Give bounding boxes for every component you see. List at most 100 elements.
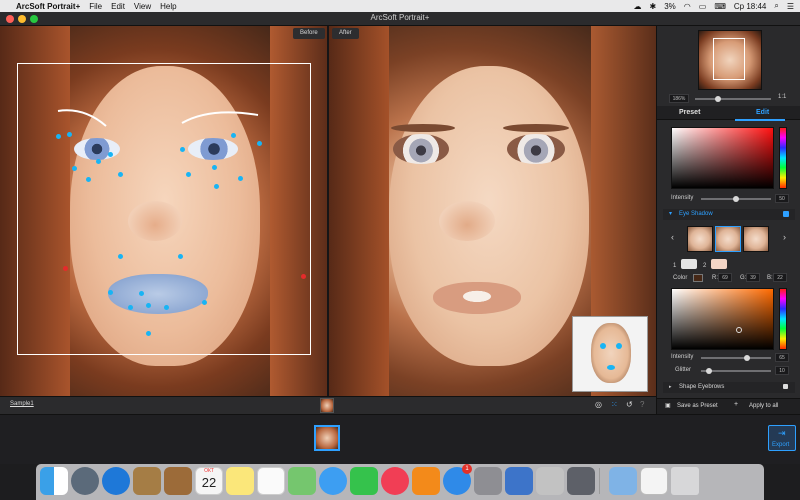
notes-icon[interactable]	[226, 467, 254, 495]
menu-help[interactable]: Help	[160, 2, 176, 11]
save-as-preset-button[interactable]: Save as Preset	[677, 403, 718, 409]
apply-to-all-button[interactable]: Apply to all	[749, 403, 778, 409]
face-reference-thumbnail[interactable]	[572, 316, 648, 392]
safari-icon[interactable]	[102, 467, 130, 495]
landmark-point[interactable]	[108, 152, 113, 157]
r-value[interactable]: 69	[718, 273, 732, 282]
eye-shadow-toggle[interactable]	[783, 211, 789, 217]
face-detect-icon[interactable]: ◎	[595, 400, 602, 409]
shadow-intensity-slider-knob[interactable]	[744, 355, 750, 361]
calendar-icon[interactable]: ОКТ 22	[195, 467, 223, 495]
landmark-point[interactable]	[67, 132, 72, 137]
zoom-slider[interactable]	[695, 96, 771, 102]
landmark-point[interactable]	[72, 166, 77, 171]
tab-preset[interactable]: Preset	[679, 109, 700, 116]
glitter-slider[interactable]	[701, 368, 771, 374]
landmark-point[interactable]	[128, 305, 133, 310]
contacts-icon[interactable]	[164, 467, 192, 495]
preview-icon[interactable]	[133, 467, 161, 495]
shape-eyebrows-toggle[interactable]	[783, 384, 788, 389]
tab-edit[interactable]: Edit	[756, 109, 769, 116]
cloud-icon[interactable]: ☁	[634, 2, 642, 11]
menubar-clock[interactable]: Ср 18:44	[734, 2, 766, 11]
landmark-point[interactable]	[118, 172, 123, 177]
app-store-icon[interactable]: 1	[443, 464, 472, 495]
landmark-point[interactable]	[214, 184, 219, 189]
landmark-point[interactable]	[108, 290, 113, 295]
sample-name[interactable]: Sample1	[10, 401, 34, 407]
eye-style-thumb-2[interactable]	[715, 226, 741, 252]
current-photo-thumb[interactable]	[320, 398, 334, 413]
color-picker-area[interactable]	[671, 127, 774, 189]
landmark-point[interactable]	[238, 176, 243, 181]
before-label[interactable]: Before	[293, 28, 325, 39]
landmark-point[interactable]	[186, 172, 191, 177]
zoom-value[interactable]: 186%	[669, 94, 689, 103]
ibooks-icon[interactable]	[412, 467, 440, 495]
landmark-point[interactable]	[118, 254, 123, 259]
spotlight-icon[interactable]: ⌕	[774, 1, 778, 11]
wifi-icon[interactable]: ◠	[684, 2, 691, 11]
eyebrow-guides[interactable]	[50, 101, 280, 141]
filmstrip-photo[interactable]	[314, 425, 340, 451]
launchpad-icon[interactable]	[71, 467, 99, 495]
eye-style-thumb-1[interactable]	[687, 226, 713, 252]
glitter-value[interactable]: 10	[775, 366, 789, 375]
landmark-point[interactable]	[257, 141, 262, 146]
current-color-swatch[interactable]	[693, 274, 703, 282]
photos-icon[interactable]	[288, 467, 316, 495]
eye-style-thumb-3[interactable]	[743, 226, 769, 252]
shadow-color-picker-area[interactable]	[671, 288, 774, 350]
itunes-icon[interactable]	[381, 467, 409, 495]
disk-utility-icon[interactable]	[536, 467, 564, 495]
after-photo[interactable]: After	[329, 26, 656, 396]
export-button[interactable]: ⇥ Export	[768, 425, 796, 451]
after-label[interactable]: After	[332, 28, 359, 39]
downloads-stack-icon[interactable]	[640, 467, 668, 495]
landmark-point[interactable]	[146, 331, 151, 336]
previous-style-button[interactable]: ‹	[671, 232, 674, 242]
reset-icon[interactable]: ↺	[626, 400, 633, 409]
battery-icon[interactable]: ▭	[699, 2, 707, 11]
layer-1-swatch[interactable]	[681, 259, 697, 269]
keyboard-layout-icon[interactable]: ⌨	[714, 2, 726, 11]
navigator-viewport[interactable]	[713, 38, 745, 80]
before-photo[interactable]: Before	[0, 26, 327, 396]
intensity-slider[interactable]	[701, 196, 771, 202]
b-value[interactable]: 22	[773, 273, 787, 282]
eye-shadow-section-header[interactable]: ▾ Eye Shadow	[663, 209, 795, 220]
landmark-point[interactable]	[178, 254, 183, 259]
app-menu[interactable]: ArcSoft Portrait+	[16, 2, 80, 11]
next-style-button[interactable]: ›	[783, 232, 786, 242]
landmark-point[interactable]	[180, 147, 185, 152]
landmarks-icon[interactable]: ⁙	[611, 400, 618, 409]
landmark-point[interactable]	[202, 300, 207, 305]
zoom-slider-knob[interactable]	[715, 96, 721, 102]
glitter-slider-knob[interactable]	[706, 368, 712, 374]
fit-zoom-label[interactable]: 1:1	[778, 94, 786, 100]
landmark-point-jaw[interactable]	[301, 274, 306, 279]
intensity-slider-knob[interactable]	[733, 196, 739, 202]
landmark-point[interactable]	[139, 291, 144, 296]
help-icon[interactable]: ?	[640, 400, 644, 409]
finder-icon[interactable]	[40, 467, 68, 495]
g-value[interactable]: 39	[746, 273, 760, 282]
shape-eyebrows-section-header[interactable]: ▸ Shape Eyebrows	[663, 382, 795, 393]
system-preferences-icon[interactable]	[474, 467, 502, 495]
bluetooth-icon[interactable]: ✱	[650, 2, 657, 11]
landmark-point[interactable]	[56, 134, 61, 139]
menu-file[interactable]: File	[89, 2, 102, 11]
facetime-icon[interactable]	[350, 467, 378, 495]
trash-icon[interactable]	[671, 467, 699, 495]
menu-edit[interactable]: Edit	[111, 2, 125, 11]
landmark-point-jaw[interactable]	[63, 266, 68, 271]
landmark-point[interactable]	[86, 177, 91, 182]
shadow-hue-slider[interactable]	[779, 288, 787, 350]
applications-folder-icon[interactable]	[609, 467, 637, 495]
messages-icon[interactable]	[319, 467, 347, 495]
landmark-point[interactable]	[164, 305, 169, 310]
landmark-point[interactable]	[231, 133, 236, 138]
shadow-intensity-value[interactable]: 65	[775, 353, 789, 362]
layer-2-swatch[interactable]	[711, 259, 727, 269]
intensity-value[interactable]: 50	[775, 194, 789, 203]
